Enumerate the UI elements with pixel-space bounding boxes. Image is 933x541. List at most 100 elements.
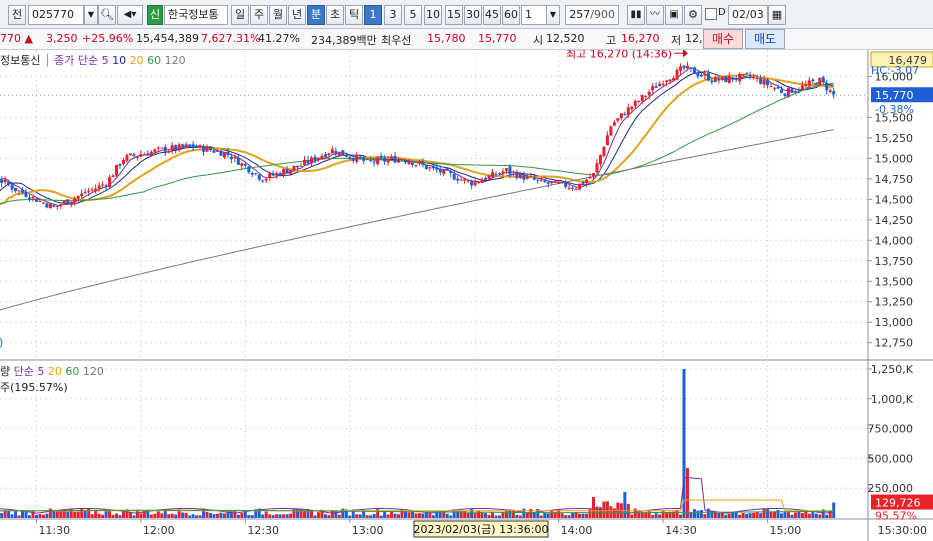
candle-body [511,171,515,173]
candle-body [759,78,763,84]
volume-bar [609,506,613,518]
cursor-time-label: 2023/02/03(금) 13:36:00 [413,523,548,536]
candle-body [776,87,780,89]
stock-code-input[interactable]: 025770 [28,5,84,25]
candle-body [316,157,320,160]
candle-body [358,156,362,159]
volume-bar [115,513,119,518]
volume-bar [17,515,21,518]
sell-button[interactable]: 매도 [745,29,785,49]
code-dropdown-icon[interactable]: ▼ [84,5,98,25]
volume-bar [804,511,808,518]
candle-body [0,179,4,183]
volume-bar [484,513,488,518]
candle-body [383,157,387,162]
candle-body [797,89,801,91]
volume-bar [299,508,303,518]
speaker-icon[interactable]: ◀▾ [117,5,143,25]
volume-bar [811,512,815,518]
volume-bar [45,513,49,518]
period-tab[interactable]: 일 [231,5,249,25]
current-price-value: 15,770 [875,89,914,102]
search-icon[interactable]: 🔍︎ [98,5,116,25]
candle-body [351,158,355,161]
period-tab[interactable]: 틱 [345,5,363,25]
volume-bar [76,511,80,518]
volume-bar [222,513,226,518]
volume-bar [292,508,296,518]
candle-body [470,181,474,186]
volume-bar [195,515,199,518]
calendar-icon[interactable]: ▦ [768,5,786,25]
interval-tab[interactable]: 15 [445,5,463,25]
turnover-rate: 41.27% [258,32,300,45]
candle-body [518,173,522,178]
volume-sub-label: 주(195.57%) [0,381,68,394]
volume-bar [261,514,265,518]
volume-bar [111,514,115,518]
candle-body [814,82,818,85]
period-tab[interactable]: 월 [269,5,287,25]
interval-tab[interactable]: 5 [404,5,422,25]
candle-body [191,144,195,147]
candle-body [115,164,119,176]
candle-body [80,193,84,197]
candle-body [327,153,331,156]
ma20-legend: 20 [129,54,144,67]
volume-bar [215,513,219,518]
save-icon[interactable]: ▣ [665,5,683,25]
candle-body [623,114,627,116]
interval-tab[interactable]: 30 [464,5,482,25]
ma120-legend: 120 [164,54,186,67]
interval-tab[interactable]: 3 [384,5,402,25]
candle-body [90,189,94,191]
interval-tab[interactable]: 45 [483,5,501,25]
volume-bar [271,515,275,518]
date-checkbox[interactable] [705,8,717,20]
date-input[interactable]: 02/03 [728,5,768,25]
candle-body [640,95,644,101]
candle-body [588,177,592,179]
price-volume-chart[interactable]: 16,00015,50015,25015,00014,75014,50014,2… [0,50,933,541]
time-axis-label: 11:30 [38,524,70,537]
candle-body [355,155,359,162]
volume-bar [101,514,105,518]
candle-body [215,150,219,152]
volume-bar [372,514,376,518]
candle-body [268,173,272,178]
candle-body [578,183,582,190]
candle-body [692,67,696,74]
period-tab[interactable]: 주 [250,5,268,25]
volume-bar [327,515,331,518]
high-value: 16,270 [621,32,660,45]
candle-body [832,91,836,95]
candle-body [793,91,797,93]
prev-button[interactable]: 전 [8,5,26,25]
candle-body [501,171,505,174]
count-dropdown-icon[interactable]: ▼ [546,5,560,25]
period-tab[interactable]: 초 [326,5,344,25]
volume-value: 15,454,389 [136,32,199,45]
candle-body [720,76,724,80]
interval-tab[interactable]: 1 [364,5,382,25]
price-axis-label: 12,750 [875,337,914,350]
candle-icon[interactable]: ▮▮ [627,5,645,25]
interval-tab[interactable]: 10 [424,5,442,25]
candle-body [539,179,543,181]
volume-bar [797,511,801,518]
price-axis-label: 15,000 [875,152,914,165]
period-tab[interactable]: 년 [288,5,306,25]
volume-bar [591,496,595,518]
candle-body [390,156,394,159]
trend-icon[interactable]: 〰 [646,5,664,25]
volume-bar [348,515,352,518]
volume-bar [184,512,188,518]
period-tab[interactable]: 분 [307,5,325,25]
candle-body [734,78,738,80]
buy-button[interactable]: 매수 [703,29,743,49]
count-input[interactable]: 1 [521,5,547,25]
interval-tab[interactable]: 60 [502,5,520,25]
volume-bar [14,510,18,518]
settings-gear-icon[interactable]: ⚙ [684,5,702,25]
candle-body [146,153,150,156]
